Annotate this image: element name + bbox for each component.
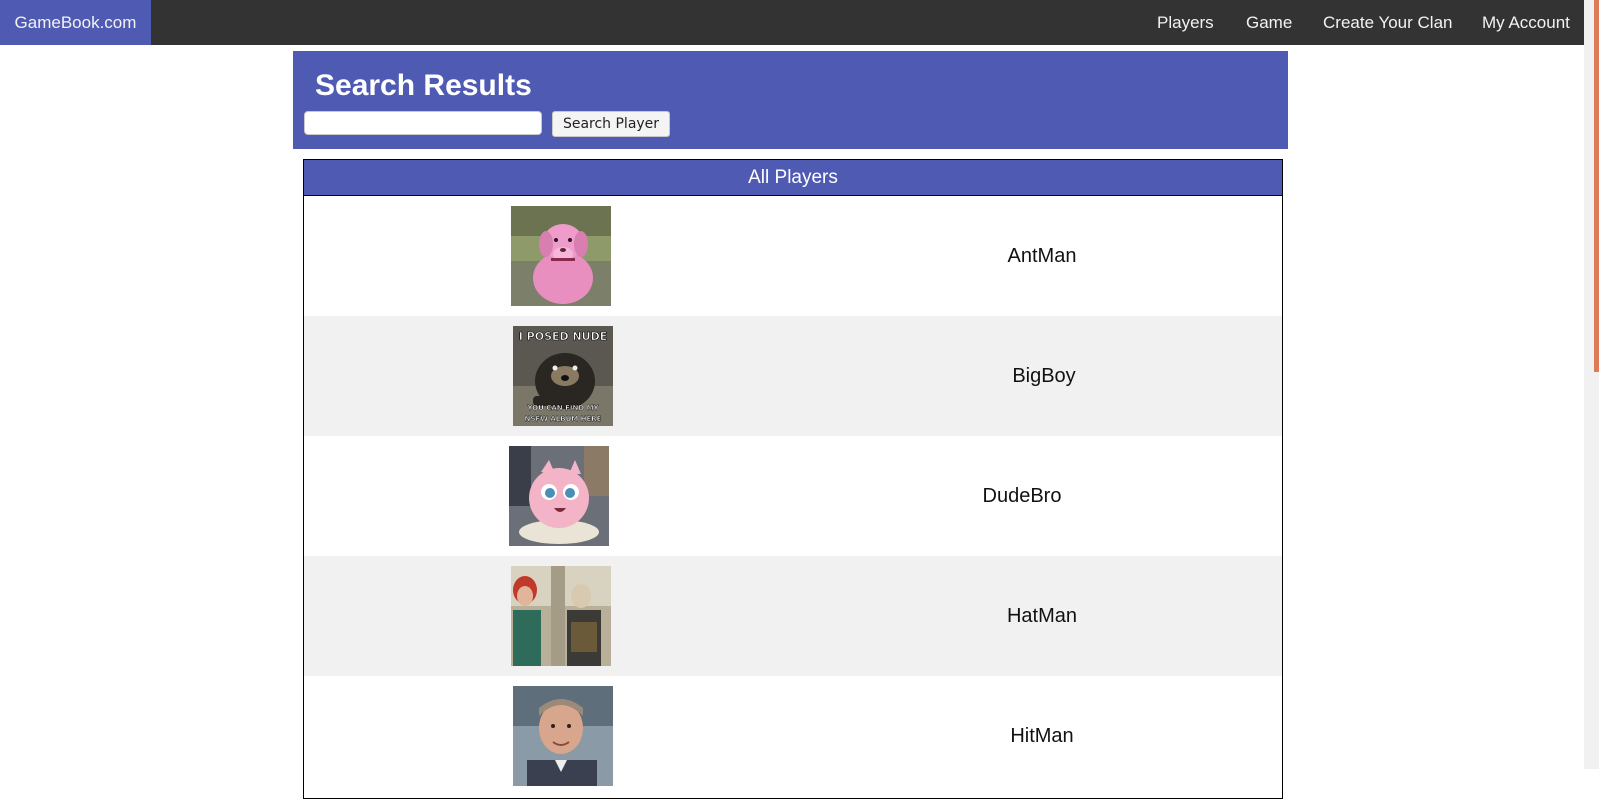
table-row[interactable]: I POSED NUDE YOU CAN FIND MY NSFW ALBUM … xyxy=(304,316,1282,436)
brand-link[interactable]: GameBook.com xyxy=(0,0,151,45)
player-avatar[interactable] xyxy=(511,566,611,666)
table-header: All Players xyxy=(304,160,1282,196)
search-header: Search Results Search Player xyxy=(293,51,1288,149)
witcher-scene-image xyxy=(511,566,611,666)
avatar-caption-bottom-2: NSFW ALBUM HERE xyxy=(525,415,602,423)
player-avatar[interactable] xyxy=(509,446,609,546)
avatar-caption-top: I POSED NUDE xyxy=(519,330,608,343)
man-portrait-image xyxy=(513,686,613,786)
player-name[interactable]: HatMan xyxy=(942,556,1142,676)
player-name[interactable]: DudeBro xyxy=(922,436,1122,556)
nav-link-game[interactable]: Game xyxy=(1246,0,1292,45)
player-avatar[interactable] xyxy=(511,206,611,306)
player-name[interactable]: BigBoy xyxy=(944,316,1144,436)
search-player-button[interactable]: Search Player xyxy=(552,111,670,137)
avatar-caption-bottom-1: YOU CAN FIND MY xyxy=(526,404,599,412)
search-input[interactable] xyxy=(304,111,542,135)
player-avatar[interactable] xyxy=(513,686,613,786)
table-row[interactable]: HitMan xyxy=(304,676,1282,796)
nav-link-create-clan[interactable]: Create Your Clan xyxy=(1323,0,1452,45)
nav-link-my-account[interactable]: My Account xyxy=(1482,0,1570,45)
player-name[interactable]: HitMan xyxy=(942,676,1142,796)
bear-meme-image: I POSED NUDE YOU CAN FIND MY NSFW ALBUM … xyxy=(513,326,613,426)
table-row[interactable]: DudeBro xyxy=(304,436,1282,556)
players-table: All Players AntMan I POSED NUDE YOU CAN … xyxy=(303,159,1283,799)
player-name[interactable]: AntMan xyxy=(942,196,1142,316)
top-nav: GameBook.com Players Game Create Your Cl… xyxy=(0,0,1584,45)
pink-dog-image xyxy=(511,206,611,306)
nav-link-players[interactable]: Players xyxy=(1157,0,1214,45)
jigglypuff-cake-image xyxy=(509,446,609,546)
table-row[interactable]: AntMan xyxy=(304,196,1282,316)
scrollbar-thumb[interactable] xyxy=(1594,0,1599,372)
player-avatar[interactable]: I POSED NUDE YOU CAN FIND MY NSFW ALBUM … xyxy=(513,326,613,426)
page-title: Search Results xyxy=(315,69,532,102)
table-row[interactable]: HatMan xyxy=(304,556,1282,676)
